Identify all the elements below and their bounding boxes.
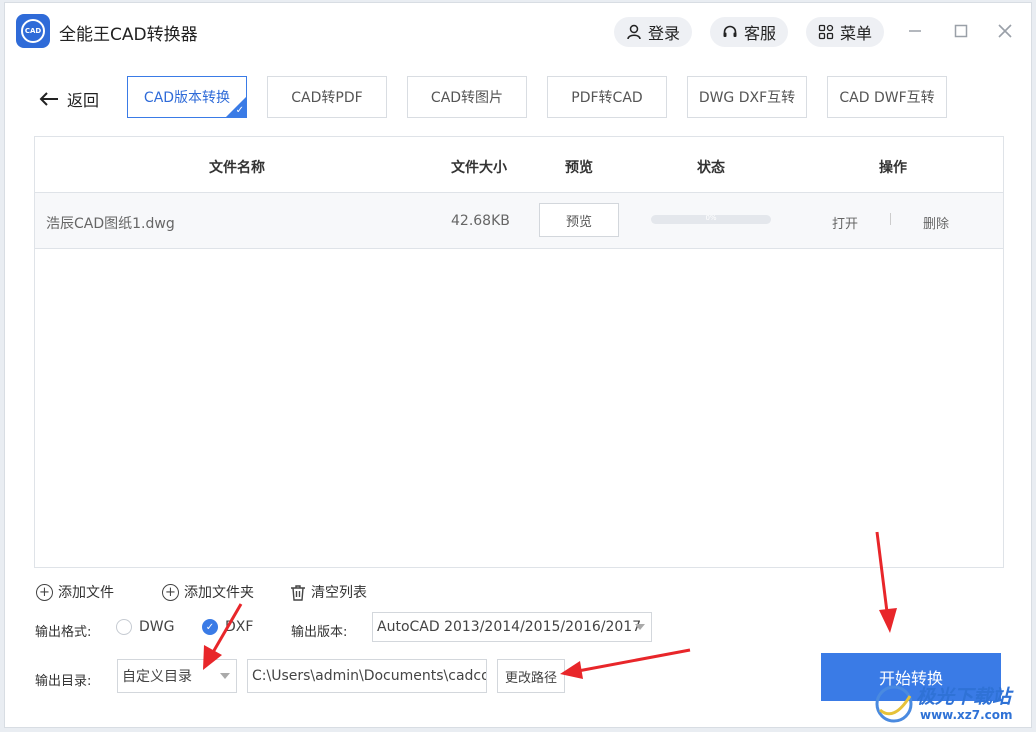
plus-circle-icon: + [36,583,53,601]
radio-dwg-label: DWG [139,619,175,635]
login-label: 登录 [648,24,681,43]
clear-list-label: 清空列表 [311,585,367,601]
change-path-button[interactable]: 更改路径 [497,659,565,693]
tab-pdf-to-cad[interactable]: PDF转CAD [547,76,667,118]
version-label: 输出版本: [291,625,348,640]
service-button[interactable]: 客服 [710,17,789,47]
title-bar: CAD 全能王CAD转换器 登录 客服 菜单 [5,3,1031,59]
dir-mode-value: 自定义目录 [122,669,192,685]
preview-button[interactable]: 预览 [539,203,619,237]
grid-menu-icon [818,24,834,40]
menu-label: 菜单 [840,24,873,43]
check-icon: ✓ [235,105,244,116]
maximize-icon [954,24,968,38]
radio-dwg[interactable]: DWG [116,619,174,635]
tab-cad-to-image[interactable]: CAD转图片 [407,76,527,118]
chevron-down-icon [220,673,230,679]
open-link[interactable]: 打开 [832,213,858,232]
progress-bar: 0% [651,215,771,224]
back-button[interactable]: 返回 [39,87,99,111]
plus-circle-icon: + [162,583,179,601]
trash-icon [291,584,305,601]
app-title: 全能王CAD转换器 [59,25,198,45]
app-logo-icon: CAD [16,14,50,48]
col-preview: 预览 [565,160,593,176]
tab-label: CAD版本转换 [143,90,231,106]
col-size: 文件大小 [451,160,507,176]
file-name: 浩辰CAD图纸1.dwg [46,216,175,232]
menu-button[interactable]: 菜单 [806,17,885,47]
file-size: 42.68KB [451,213,510,229]
output-path-field[interactable]: C:\Users\admin\Documents\cadconverter [247,659,487,693]
tab-cad-dwf[interactable]: CAD DWF互转 [827,76,947,118]
minimize-button[interactable] [903,19,927,43]
progress-text: 0% [705,215,717,222]
service-label: 客服 [744,24,777,43]
dir-label: 输出目录: [35,674,92,689]
radio-icon [116,619,132,635]
output-path-value: C:\Users\admin\Documents\cadconverter [252,668,486,684]
divider [890,213,891,225]
clear-list-button[interactable]: 清空列表 [290,582,367,602]
col-status: 状态 [697,160,725,176]
radio-dxf[interactable]: ✓ DXF [202,619,253,635]
watermark: 极光下载站 www.xz7.com [872,680,1032,730]
chevron-down-icon [635,624,645,630]
tab-cad-version[interactable]: CAD版本转换 ✓ [127,76,247,118]
tab-label: DWG DXF互转 [698,90,796,106]
user-icon [626,24,642,40]
tab-cad-to-pdf[interactable]: CAD转PDF [267,76,387,118]
add-folder-label: 添加文件夹 [184,585,254,601]
tab-label: PDF转CAD [571,90,643,106]
add-file-label: 添加文件 [58,585,114,601]
delete-link[interactable]: 删除 [923,213,949,232]
minimize-icon [909,30,921,32]
radio-checked-icon: ✓ [202,619,218,635]
tab-label: CAD转PDF [291,90,363,106]
tab-label: CAD DWF互转 [839,90,935,106]
dir-mode-select[interactable]: 自定义目录 [117,659,237,693]
watermark-url: www.xz7.com [920,708,1013,722]
maximize-button[interactable] [949,19,973,43]
col-ops: 操作 [879,160,907,176]
add-folder-button[interactable]: + 添加文件夹 [162,582,254,602]
version-value: AutoCAD 2013/2014/2015/2016/2017 [377,619,642,635]
version-select[interactable]: AutoCAD 2013/2014/2015/2016/2017 [372,612,652,642]
tab-label: CAD转图片 [430,90,504,106]
col-name: 文件名称 [209,160,265,176]
radio-dxf-label: DXF [225,619,254,635]
watermark-title: 极光下载站 [916,686,1012,708]
app-window: CAD 全能王CAD转换器 登录 客服 菜单 返回 CAD版本转换 ✓ CAD转… [4,2,1032,728]
format-label: 输出格式: [35,625,92,640]
tab-dwg-dxf[interactable]: DWG DXF互转 [687,76,807,118]
table-row[interactable]: 浩辰CAD图纸1.dwg 42.68KB 预览 0% 打开 删除 [35,193,1003,249]
watermark-logo-icon [875,685,913,723]
table-header: 文件名称 文件大小 预览 状态 操作 [35,137,1003,193]
close-icon [998,24,1012,38]
file-table: 文件名称 文件大小 预览 状态 操作 浩辰CAD图纸1.dwg 42.68KB … [34,136,1004,568]
headset-icon [722,24,738,40]
add-file-button[interactable]: + 添加文件 [36,582,114,602]
close-button[interactable] [993,19,1017,43]
arrow-left-icon [39,92,58,106]
login-button[interactable]: 登录 [614,17,693,47]
back-label: 返回 [67,91,100,110]
